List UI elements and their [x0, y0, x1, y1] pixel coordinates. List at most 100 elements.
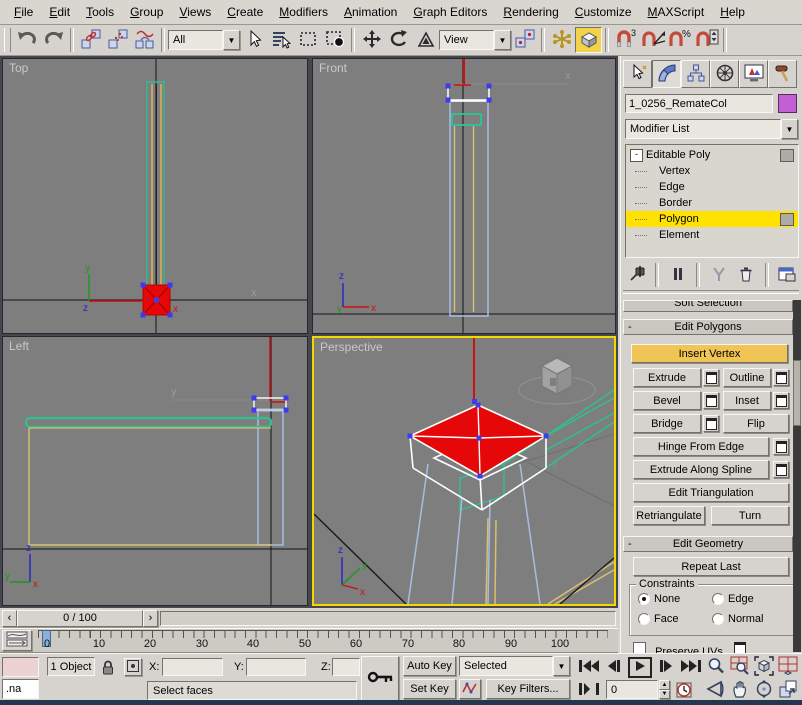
bridge-button[interactable]: Bridge [633, 414, 701, 433]
select-object-button[interactable] [240, 27, 267, 53]
zoom-all-button[interactable] [730, 656, 750, 679]
tab-modify[interactable] [652, 60, 681, 88]
select-and-link-button[interactable] [77, 27, 104, 53]
rollout-edit-geometry-header[interactable]: - Edit Geometry [623, 536, 793, 552]
snaps-toggle-button[interactable]: 3 [612, 27, 639, 53]
stack-row-toggle[interactable] [780, 213, 794, 226]
menu-create[interactable]: Create [219, 2, 271, 22]
chevron-down-icon[interactable]: ▼ [494, 30, 511, 50]
rollout-soft-selection-header[interactable]: Soft Selection [623, 300, 793, 312]
bind-to-space-warp-button[interactable] [131, 27, 158, 53]
bridge-settings-button[interactable] [703, 415, 719, 432]
viewport-left[interactable]: Left y z [2, 336, 308, 606]
track-bar[interactable]: 0 10 20 30 40 50 60 70 80 90 100 [0, 628, 618, 653]
rectangular-selection-region-button[interactable] [294, 27, 321, 53]
menu-views[interactable]: Views [171, 2, 219, 22]
key-mode-dropdown[interactable]: Selected ▼ [459, 656, 570, 676]
select-and-manipulate-button[interactable] [548, 27, 575, 53]
y-coord-field[interactable] [246, 658, 306, 676]
menu-graph-editors[interactable]: Graph Editors [405, 2, 495, 22]
menu-help[interactable]: Help [712, 2, 753, 22]
set-key-button[interactable]: Set Key [403, 679, 456, 699]
spinner-up-icon[interactable]: ▲ [659, 680, 670, 690]
angle-snap-toggle-button[interactable] [639, 27, 666, 53]
time-slider-prev-arrow[interactable]: ‹ [2, 610, 17, 627]
open-mini-curve-editor-button[interactable] [2, 630, 32, 651]
time-slider-handle[interactable]: 0 / 100 [17, 610, 143, 627]
menu-edit[interactable]: Edit [41, 2, 78, 22]
menu-customize[interactable]: Customize [567, 2, 640, 22]
outline-settings-button[interactable] [773, 369, 789, 386]
redo-button[interactable] [40, 27, 67, 53]
rollout-edit-polygons-header[interactable]: - Edit Polygons [623, 319, 793, 335]
constraint-normal-radio[interactable]: Normal [712, 613, 763, 625]
menu-tools[interactable]: Tools [78, 2, 122, 22]
inset-button[interactable]: Inset [723, 391, 771, 410]
object-color-swatch[interactable] [778, 94, 797, 113]
selection-lock-toggle[interactable] [100, 658, 116, 679]
hinge-settings-button[interactable] [773, 438, 789, 455]
listener-script-line[interactable]: .na [2, 679, 39, 699]
menu-animation[interactable]: Animation [336, 2, 405, 22]
stack-row-vertex[interactable]: Vertex [626, 163, 798, 179]
key-filters-button[interactable]: Key Filters... [486, 679, 570, 699]
undo-button[interactable] [13, 27, 40, 53]
selection-filter-dropdown[interactable]: All ▼ [168, 30, 240, 50]
viewport-perspective-label[interactable]: Perspective [320, 340, 383, 354]
stack-row-polygon-selected[interactable]: Polygon [626, 211, 798, 227]
spinner-snap-toggle-button[interactable] [693, 27, 720, 53]
key-mode-toggle-button[interactable] [578, 681, 600, 700]
x-coord-field[interactable] [162, 658, 223, 676]
min-max-toggle-button[interactable] [778, 679, 798, 702]
chevron-down-icon[interactable]: ▼ [781, 119, 798, 139]
constraint-none-radio[interactable]: None [638, 593, 680, 605]
select-and-scale-button[interactable] [412, 27, 439, 53]
hinge-from-edge-button[interactable]: Hinge From Edge [633, 437, 769, 456]
chevron-down-icon[interactable]: ▼ [223, 30, 240, 50]
stack-row-toggle[interactable] [780, 149, 794, 162]
edit-triangulation-button[interactable]: Edit Triangulation [633, 483, 789, 502]
arc-rotate-button[interactable] [754, 679, 774, 702]
panel-scrollbar-thumb[interactable] [793, 360, 801, 426]
stack-row-element[interactable]: Element [626, 227, 798, 243]
viewport-front[interactable]: Front x z [312, 58, 616, 334]
select-and-move-button[interactable] [358, 27, 385, 53]
zoom-extents-button[interactable] [754, 656, 774, 679]
make-unique-button[interactable] [707, 262, 730, 288]
auto-key-button[interactable]: Auto Key [403, 656, 456, 676]
menu-rendering[interactable]: Rendering [495, 2, 566, 22]
listener-macro-line[interactable] [2, 657, 39, 677]
extrude-along-spline-button[interactable]: Extrude Along Spline [633, 460, 769, 479]
tab-utilities[interactable] [768, 60, 797, 88]
time-slider-next-arrow[interactable]: › [143, 610, 158, 627]
expand-toggle[interactable]: - [630, 149, 643, 162]
absolute-offset-mode-toggle[interactable] [124, 658, 142, 676]
extrude-along-spline-settings-button[interactable] [773, 461, 789, 478]
flip-button[interactable]: Flip [723, 414, 789, 433]
extrude-settings-button[interactable] [703, 369, 719, 386]
pan-button[interactable] [730, 679, 750, 702]
panel-scrollbar[interactable] [793, 300, 801, 652]
remove-modifier-button[interactable] [735, 262, 758, 288]
field-of-view-button[interactable] [706, 679, 726, 702]
set-keys-button[interactable] [361, 656, 399, 701]
show-end-result-button[interactable] [666, 262, 689, 288]
viewport-left-label[interactable]: Left [9, 339, 29, 353]
outline-button[interactable]: Outline [723, 368, 771, 387]
pin-stack-button[interactable] [625, 262, 648, 288]
window-crossing-toggle-button[interactable] [321, 27, 348, 53]
select-and-rotate-button[interactable] [385, 27, 412, 53]
tab-hierarchy[interactable] [681, 60, 710, 88]
default-tangent-button[interactable] [459, 679, 481, 699]
toolbar-drag-handle[interactable] [4, 28, 11, 52]
tab-create[interactable] [623, 60, 652, 88]
select-by-name-button[interactable] [267, 27, 294, 53]
repeat-last-button[interactable]: Repeat Last [633, 557, 789, 576]
stack-row-editable-poly[interactable]: - Editable Poly [626, 147, 798, 163]
go-to-start-button[interactable] [578, 658, 600, 677]
previous-frame-button[interactable] [605, 658, 623, 677]
next-frame-button[interactable] [657, 658, 675, 677]
constraint-edge-radio[interactable]: Edge [712, 593, 754, 605]
inset-settings-button[interactable] [773, 392, 789, 409]
viewport-top[interactable]: Top x y z x [2, 58, 308, 334]
